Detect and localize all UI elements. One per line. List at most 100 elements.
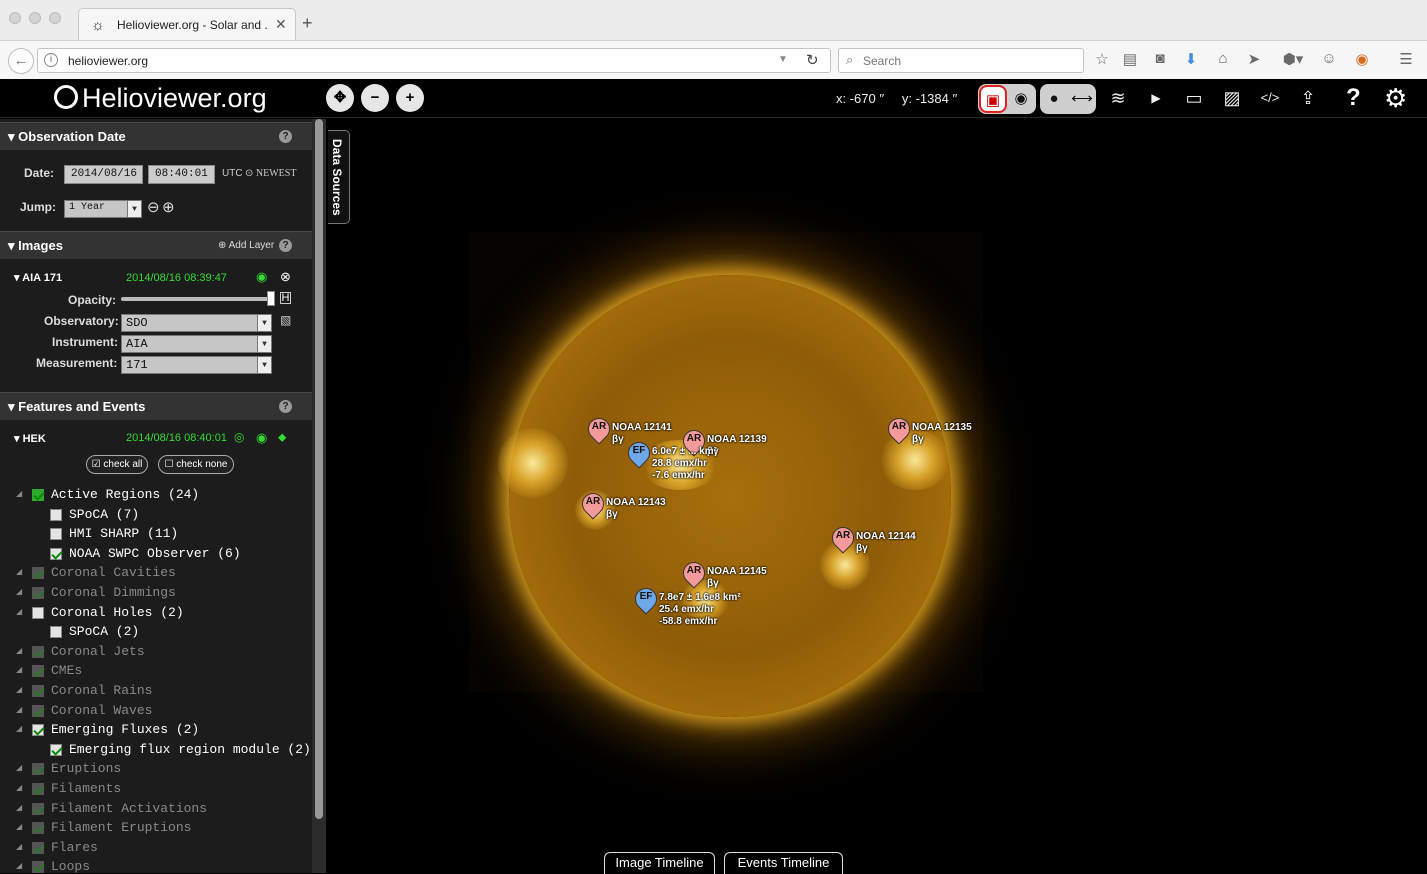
sidebar-scrollbar[interactable] <box>312 119 326 873</box>
download-icon[interactable]: ⬇ <box>1181 50 1201 68</box>
help-icon[interactable]: ? <box>279 400 292 413</box>
event-checkbox[interactable] <box>32 841 44 854</box>
bookmark-star-icon[interactable]: ☆ <box>1092 50 1112 68</box>
event-type-label[interactable]: Coronal Holes (2) <box>51 605 184 620</box>
pocket-icon[interactable]: ◙ <box>1150 50 1170 67</box>
emerging-flux-marker[interactable]: EF <box>630 583 662 622</box>
expand-triangle-icon[interactable]: ◢ <box>16 685 22 694</box>
close-window-button[interactable] <box>9 12 21 24</box>
image-info-icon[interactable]: ▧ <box>280 313 291 327</box>
gear-icon[interactable]: ⚙ <box>1384 83 1407 114</box>
add-layer-button[interactable]: ⊕ Add Layer <box>218 240 274 251</box>
event-type-label[interactable]: Emerging Fluxes (2) <box>51 722 199 737</box>
target-icon[interactable]: ◎ <box>234 430 244 444</box>
observation-date-header[interactable]: ▾ Observation Date ? <box>0 122 312 150</box>
movie-icon[interactable]: ▭ <box>1182 86 1206 110</box>
search-input[interactable] <box>863 52 1073 70</box>
logo[interactable]: Helioviewer.org <box>54 83 267 114</box>
event-checkbox[interactable] <box>32 606 44 619</box>
scrollbar-thumb[interactable] <box>315 119 323 819</box>
check-none-button[interactable]: ☐ check none <box>158 455 234 474</box>
event-type-label[interactable]: Eruptions <box>51 761 121 776</box>
close-tab-icon[interactable]: ✕ <box>275 16 287 33</box>
events-timeline-button[interactable]: Events Timeline <box>724 852 843 874</box>
event-checkbox[interactable] <box>32 704 44 717</box>
time-field[interactable]: 08:40:01 <box>148 165 215 184</box>
reading-list-icon[interactable]: ▤ <box>1120 50 1140 68</box>
event-type-label[interactable]: CMEs <box>51 663 82 678</box>
emoji-icon[interactable]: ☺ <box>1319 50 1339 67</box>
expand-triangle-icon[interactable]: ◢ <box>16 861 22 870</box>
back-button[interactable]: ← <box>8 48 34 74</box>
newest-button[interactable]: ⊙ NEWEST <box>245 168 296 179</box>
event-checkbox[interactable] <box>32 587 44 599</box>
expand-triangle-icon[interactable]: ◢ <box>16 705 22 714</box>
event-type-label[interactable]: NOAA SWPC Observer (6) <box>69 546 241 561</box>
event-checkbox[interactable] <box>50 626 62 639</box>
observatory-select[interactable]: SDO ▼ <box>121 314 272 332</box>
expand-triangle-icon[interactable]: ◢ <box>16 489 22 498</box>
event-checkbox[interactable] <box>32 861 44 873</box>
solar-disk[interactable] <box>509 275 951 717</box>
event-checkbox[interactable] <box>50 547 62 560</box>
arrows-horizontal-icon[interactable]: ⟷ <box>1068 85 1096 113</box>
event-checkbox[interactable] <box>32 685 44 697</box>
event-type-label[interactable]: Filaments <box>51 781 121 796</box>
address-bar[interactable]: i helioviewer.org ▼ ↻ <box>37 48 831 73</box>
event-checkbox[interactable] <box>32 665 44 678</box>
jump-select[interactable]: 1 Year ▼ <box>64 200 142 218</box>
event-checkbox[interactable] <box>32 822 44 835</box>
event-checkbox[interactable] <box>32 489 44 501</box>
home-icon[interactable]: ⌂ <box>1213 50 1233 67</box>
zoom-out-button[interactable]: − <box>361 84 389 112</box>
zoom-in-button[interactable]: + <box>396 84 424 112</box>
event-type-label[interactable]: Filament Activations <box>51 801 207 816</box>
event-checkbox[interactable] <box>32 763 44 776</box>
browser-tab[interactable]: ☼ Helioviewer.org - Solar and ... ✕ <box>78 8 296 40</box>
menu-icon[interactable]: ☰ <box>1396 50 1416 68</box>
event-checkbox[interactable] <box>32 645 44 658</box>
expand-triangle-icon[interactable]: ◢ <box>16 783 22 792</box>
expand-triangle-icon[interactable]: ◢ <box>16 763 22 772</box>
event-type-label[interactable]: Loops <box>51 859 90 873</box>
active-region-marker[interactable]: AR <box>827 522 859 561</box>
event-checkbox[interactable] <box>32 567 44 580</box>
visibility-eye-icon[interactable]: ◉ <box>256 269 267 285</box>
check-all-button[interactable]: ☑ check all <box>86 455 148 474</box>
screenshot-icon[interactable]: ▨ <box>1220 86 1244 110</box>
event-type-label[interactable]: Emerging flux region module (2) <box>69 742 311 757</box>
help-icon[interactable]: ? <box>279 130 292 143</box>
event-checkbox[interactable] <box>50 743 62 756</box>
rss-icon[interactable]: ≋ <box>1106 86 1130 110</box>
new-tab-button[interactable]: + <box>302 13 313 33</box>
instrument-select[interactable]: AIA ▼ <box>121 335 272 353</box>
event-checkbox[interactable] <box>32 724 44 737</box>
opacity-slider-handle[interactable] <box>267 291 275 306</box>
emerging-flux-marker[interactable]: EF <box>623 437 655 476</box>
difference-icon[interactable]: H <box>280 292 291 304</box>
event-type-label[interactable]: Active Regions (24) <box>51 487 199 502</box>
expand-triangle-icon[interactable]: ◢ <box>16 646 22 655</box>
share-icon[interactable]: ⇪ <box>1296 86 1320 110</box>
zoom-window-button[interactable] <box>49 12 61 24</box>
images-header[interactable]: ▾ Images ⊕ Add Layer ? <box>0 231 312 259</box>
active-region-marker[interactable]: AR <box>583 413 615 452</box>
jump-forward-icon[interactable]: ⊕ <box>162 198 175 216</box>
hek-source[interactable]: ▾ HEK <box>14 432 46 445</box>
event-checkbox[interactable] <box>32 802 44 815</box>
event-type-label[interactable]: HMI SHARP (11) <box>69 526 178 541</box>
features-events-header[interactable]: ▾ Features and Events ? <box>0 392 312 420</box>
adblock-icon[interactable]: ⬢▾ <box>1278 50 1308 68</box>
opacity-slider[interactable] <box>121 291 275 306</box>
tag-icon[interactable]: ⬥ <box>278 430 286 445</box>
measurement-select[interactable]: 171 ▼ <box>121 356 272 374</box>
event-checkbox[interactable] <box>50 528 62 541</box>
expand-triangle-icon[interactable]: ◢ <box>16 803 22 812</box>
event-type-label[interactable]: Filament Eruptions <box>51 820 191 835</box>
globe-icon[interactable]: ● <box>1040 85 1068 113</box>
minimize-window-button[interactable] <box>29 12 41 24</box>
active-region-marker[interactable]: AR <box>883 413 915 452</box>
expand-triangle-icon[interactable]: ◢ <box>16 587 22 596</box>
visibility-eye-icon[interactable]: ◉ <box>256 430 267 446</box>
help-icon[interactable]: ? <box>279 239 292 252</box>
